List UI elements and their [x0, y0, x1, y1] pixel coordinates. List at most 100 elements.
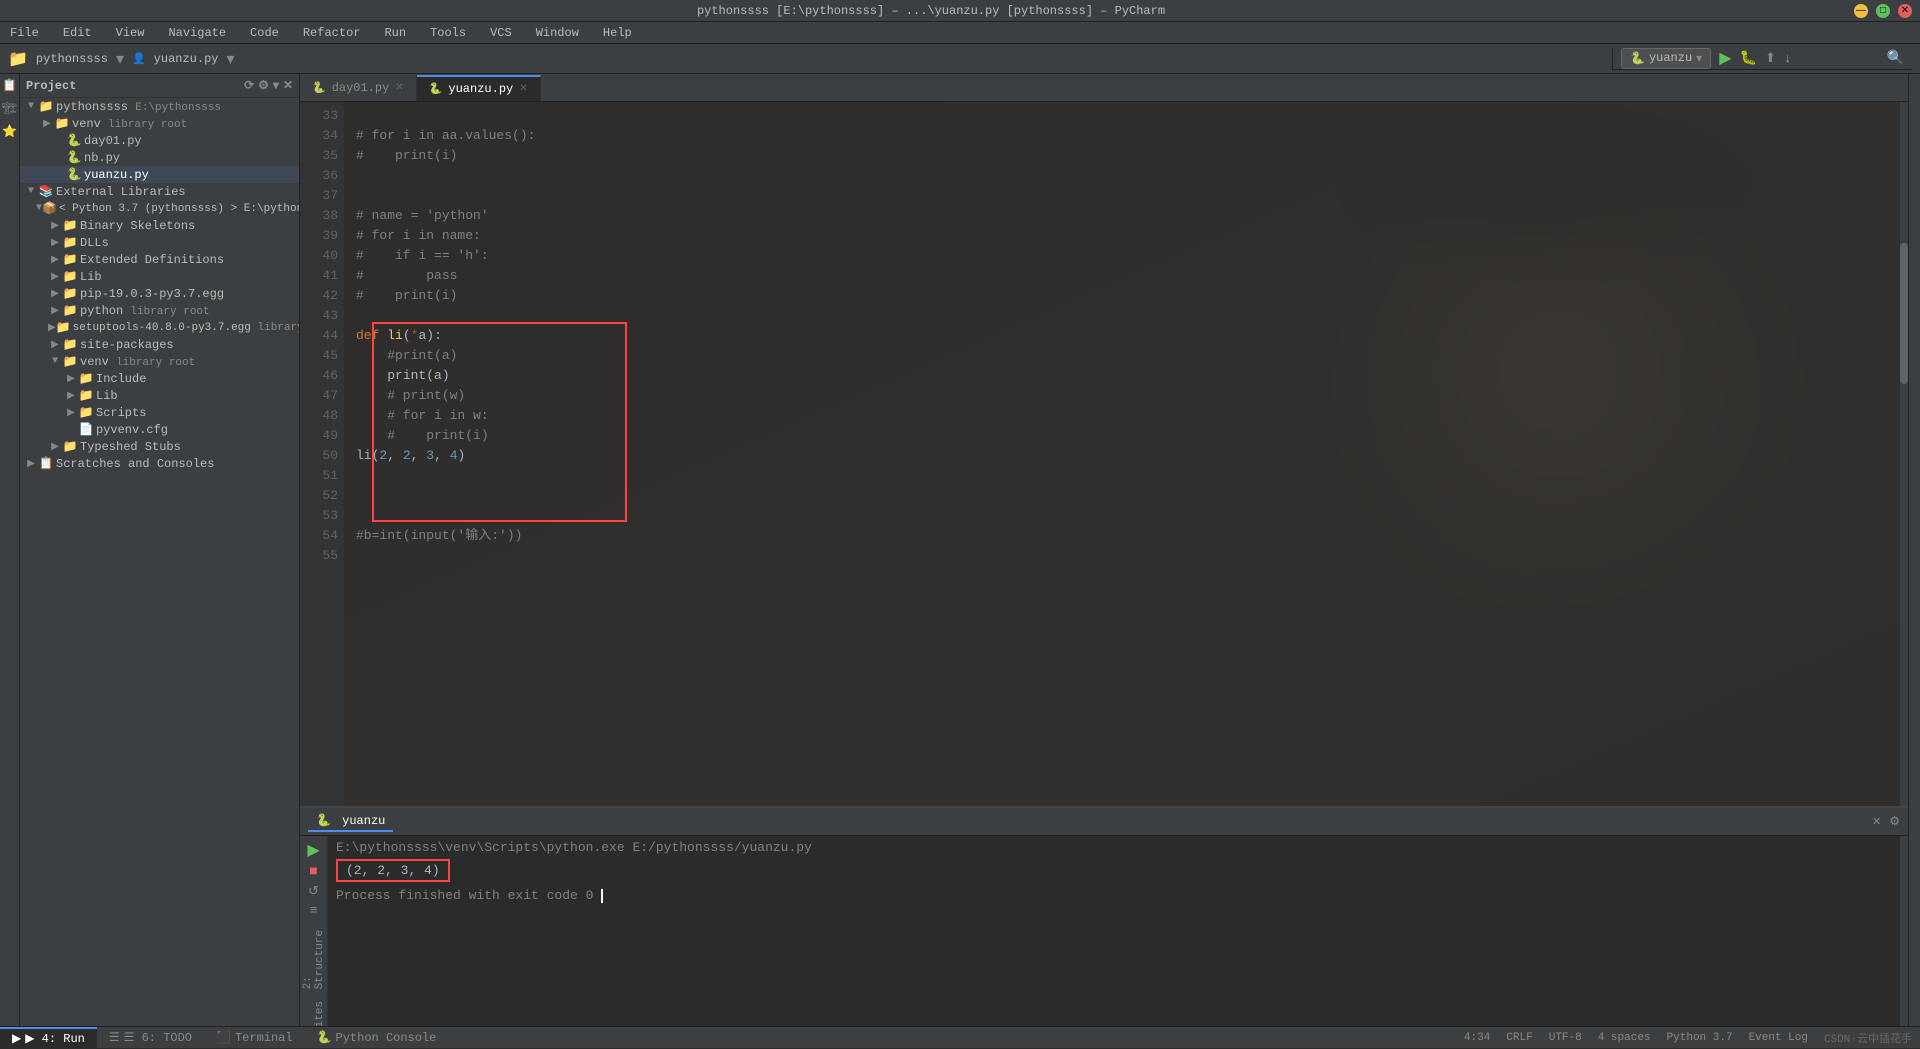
settings-icon[interactable]: ⚙: [258, 78, 269, 93]
tree-extended-definitions[interactable]: ▶ 📁 Extended Definitions: [20, 251, 299, 268]
run-stop-button[interactable]: ■: [309, 864, 317, 880]
code-line-34: # for i in aa.values():: [356, 126, 1900, 146]
toolbar-user-icon: 👤: [132, 52, 146, 66]
tree-venv-lib[interactable]: ▶ 📁 Lib: [20, 387, 299, 404]
toolbar-dropdown-arrow[interactable]: ▾: [116, 49, 124, 69]
code-content[interactable]: # for i in aa.values(): # print(i) # nam…: [344, 102, 1900, 806]
code-line-38: # name = 'python': [356, 206, 1900, 226]
run-tab-label[interactable]: 🐍 yuanzu: [308, 811, 393, 832]
spaces-info[interactable]: 4 spaces: [1598, 1032, 1651, 1044]
code-editor[interactable]: 3334353637 3839404142 4344454647 4849505…: [300, 102, 1908, 806]
terminal-tab-icon: ⬛: [216, 1030, 231, 1045]
run-button[interactable]: ▶: [1719, 48, 1731, 68]
run-icon: 🐍: [1630, 51, 1645, 66]
structure-label[interactable]: 2: Structure: [300, 926, 328, 993]
run-play-button[interactable]: ▶: [307, 840, 319, 860]
menu-navigate[interactable]: Navigate: [162, 24, 232, 42]
run-side-panel: ▶ ■ ↺ ≡ 2: Structure 2: Favorites: [300, 836, 328, 1026]
tree-pip[interactable]: ▶ 📁 pip-19.0.3-py3.7.egg: [20, 285, 299, 302]
tree-external-libraries[interactable]: ▼ 📚 External Libraries: [20, 183, 299, 200]
tree-day01[interactable]: 🐍 day01.py: [20, 132, 299, 149]
tree-lib[interactable]: ▶ 📁 Lib: [20, 268, 299, 285]
tree-root-pythonssss[interactable]: ▼ 📁 pythonssss E:\pythonssss: [20, 98, 299, 115]
tree-venv-lib-root[interactable]: ▼ 📁 venv library root: [20, 353, 299, 370]
maximize-button[interactable]: □: [1876, 4, 1890, 18]
tree-binary-skeletons[interactable]: ▶ 📁 Binary Skeletons: [20, 217, 299, 234]
run-tab-icon: ▶: [12, 1031, 21, 1046]
tree-scratches-consoles[interactable]: ▶ 📋 Scratches and Consoles: [20, 455, 299, 472]
run-scroll-button[interactable]: ≡: [310, 903, 318, 918]
debug-button[interactable]: 🐛: [1740, 50, 1757, 67]
tree-site-packages[interactable]: ▶ 📁 site-packages: [20, 336, 299, 353]
minimize-button[interactable]: —: [1854, 4, 1868, 18]
code-line-39: # for i in name:: [356, 226, 1900, 246]
bottom-panel: ▶ ▶ 4: Run ☰ ☰ 6: TODO ⬛ Terminal 🐍 Pyth…: [0, 1026, 1920, 1048]
project-dropdown[interactable]: pythonssss: [36, 52, 108, 66]
menu-vcs[interactable]: VCS: [484, 24, 518, 42]
code-line-37: [356, 186, 1900, 206]
favorites-sidebar-icon[interactable]: ⭐: [2, 124, 17, 139]
gear-icon[interactable]: ▾: [273, 78, 279, 93]
close-panel-icon[interactable]: ✕: [283, 78, 293, 93]
event-log[interactable]: Event Log: [1749, 1032, 1808, 1044]
menu-window[interactable]: Window: [530, 24, 585, 42]
run-config-selector[interactable]: 🐍 yuanzu ▾: [1621, 48, 1711, 69]
tree-yuanzu[interactable]: 🐍 yuanzu.py: [20, 166, 299, 183]
run-icon-small: 🐍: [316, 814, 331, 828]
tree-venv[interactable]: ▶ 📁 venv library root: [20, 115, 299, 132]
menu-file[interactable]: File: [4, 24, 45, 42]
menu-tools[interactable]: Tools: [424, 24, 472, 42]
run-panel-header: 🐍 yuanzu ✕ ⚙: [300, 808, 1908, 836]
favorites-label[interactable]: 2: Favorites: [300, 997, 328, 1026]
run-settings-icon[interactable]: ⚙: [1889, 814, 1900, 829]
tab-day01[interactable]: 🐍 day01.py ✕: [300, 75, 417, 101]
run-rerun-button[interactable]: ↺: [308, 884, 319, 899]
git-update-icon[interactable]: ↓: [1784, 51, 1792, 66]
tab-day01-close[interactable]: ✕: [395, 82, 403, 94]
toolbar-user-arrow[interactable]: ▾: [226, 49, 234, 69]
run-config-name: yuanzu: [1649, 51, 1692, 65]
project-panel: Project ⟳ ⚙ ▾ ✕ ▼ 📁 pythonssss E:\python…: [20, 74, 300, 1026]
editor-scrollbar[interactable]: [1900, 102, 1908, 806]
menu-refactor[interactable]: Refactor: [297, 24, 367, 42]
search-everywhere-button[interactable]: 🔍: [1887, 50, 1904, 67]
todo-bottom-tab[interactable]: ☰ ☰ 6: TODO: [97, 1027, 204, 1049]
project-header-icons: ⟳ ⚙ ▾ ✕: [244, 78, 293, 93]
right-sidebar: [1908, 74, 1920, 1026]
run-command: E:\pythonssss\venv\Scripts\python.exe E:…: [336, 840, 1892, 855]
close-button[interactable]: ✕: [1898, 4, 1912, 18]
tree-include[interactable]: ▶ 📁 Include: [20, 370, 299, 387]
tree-scripts[interactable]: ▶ 📁 Scripts: [20, 404, 299, 421]
code-line-51: [356, 466, 1900, 486]
tree-python-lib-root[interactable]: ▶ 📁 python library root: [20, 302, 299, 319]
structure-sidebar-icon[interactable]: 🏗: [2, 101, 17, 116]
tree-dlls[interactable]: ▶ 📁 DLLs: [20, 234, 299, 251]
run-bottom-tab[interactable]: ▶ ▶ 4: Run: [0, 1027, 97, 1049]
run-header-close[interactable]: ✕: [1872, 815, 1881, 829]
menu-run[interactable]: Run: [378, 24, 412, 42]
tree-typeshed-stubs[interactable]: ▶ 📁 Typeshed Stubs: [20, 438, 299, 455]
terminal-bottom-tab[interactable]: ⬛ Terminal: [204, 1027, 305, 1049]
python-console-bottom-tab[interactable]: 🐍 Python Console: [305, 1027, 449, 1049]
tab-yuanzu[interactable]: 🐍 yuanzu.py ✕: [417, 75, 541, 101]
tree-nb[interactable]: 🐍 nb.py: [20, 149, 299, 166]
menu-edit[interactable]: Edit: [57, 24, 98, 42]
tree-pyvenv-cfg[interactable]: 📄 pyvenv.cfg: [20, 421, 299, 438]
menu-help[interactable]: Help: [597, 24, 638, 42]
run-config-arrow: ▾: [1696, 51, 1702, 66]
code-line-45: #print(a): [356, 346, 1900, 366]
run-finished-text: Process finished with exit code 0: [336, 888, 593, 903]
menu-code[interactable]: Code: [244, 24, 285, 42]
charset-info[interactable]: UTF-8: [1549, 1032, 1582, 1044]
run-panel-scrollbar[interactable]: [1900, 836, 1908, 1026]
tree-python37[interactable]: ▼ 📦 < Python 3.7 (pythonssss) > E:\pytho…: [20, 200, 299, 217]
sync-icon[interactable]: ⟳: [244, 78, 254, 93]
tree-setuptools[interactable]: ▶ 📁 setuptools-40.8.0-py3.7.egg library …: [20, 319, 299, 336]
project-sidebar-icon[interactable]: 📋: [2, 78, 17, 93]
code-line-41: # pass: [356, 266, 1900, 286]
menu-view[interactable]: View: [110, 24, 151, 42]
tab-day01-label: day01.py: [332, 81, 390, 95]
python-version[interactable]: Python 3.7: [1667, 1032, 1733, 1044]
tab-yuanzu-close[interactable]: ✕: [519, 83, 527, 95]
git-add-icon[interactable]: ⬆: [1765, 51, 1776, 66]
